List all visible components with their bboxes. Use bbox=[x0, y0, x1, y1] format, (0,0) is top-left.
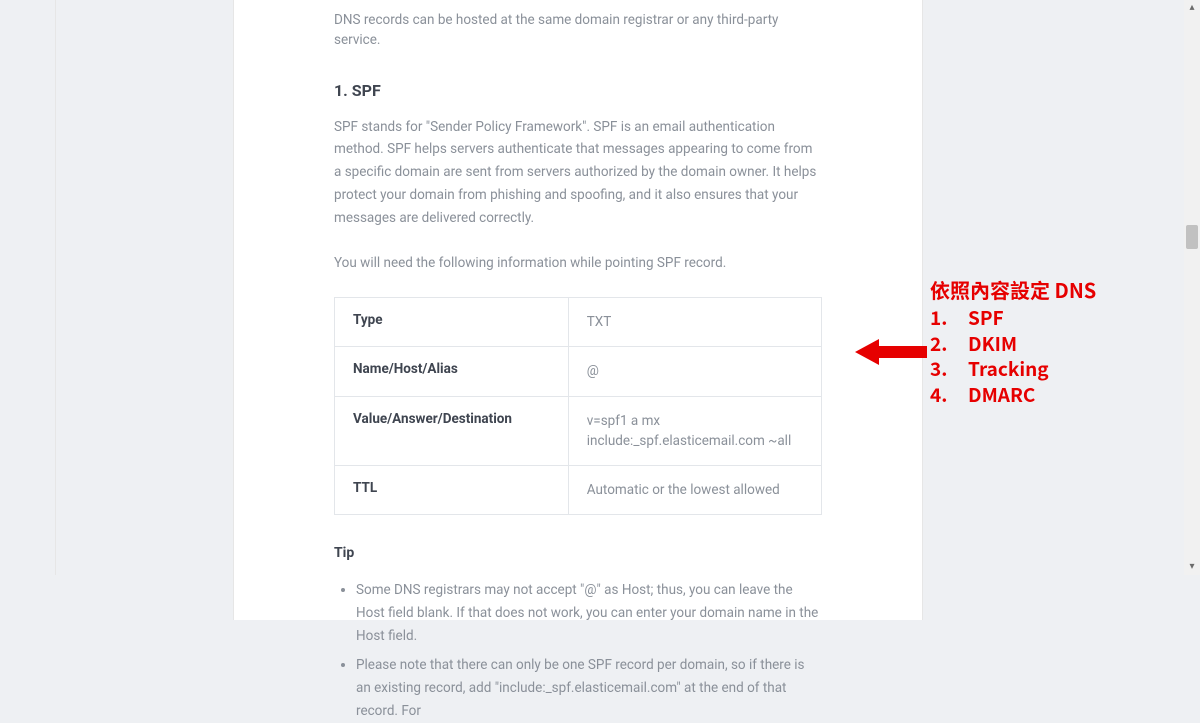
spf-lead-in: You will need the following information … bbox=[334, 252, 822, 275]
tip-list: Some DNS registrars may not accept "@" a… bbox=[334, 579, 822, 723]
cell-value: Automatic or the lowest allowed bbox=[568, 466, 821, 515]
list-item: Please note that there can only be one S… bbox=[356, 654, 822, 723]
cell-label: Name/Host/Alias bbox=[335, 347, 569, 396]
annotation: 依照內容設定 DNS 1. SPF 2. DKIM 3. Tracking 4. DMA… bbox=[930, 277, 1190, 408]
scroll-down-button[interactable]: ▾ bbox=[1184, 559, 1200, 575]
scroll-thumb[interactable] bbox=[1186, 225, 1198, 249]
annotation-text: SPF bbox=[968, 304, 1004, 331]
intro-text: DNS records can be hosted at the same do… bbox=[334, 10, 822, 51]
cell-value: @ bbox=[568, 347, 821, 396]
annotation-text: Tracking bbox=[968, 355, 1049, 382]
cell-label: Value/Answer/Destination bbox=[335, 396, 569, 466]
annotation-item: 4. DMARC bbox=[930, 382, 1190, 408]
cell-value: v=spf1 a mx include:_spf.elasticemail.co… bbox=[568, 396, 821, 466]
table-row: Type TXT bbox=[335, 298, 822, 347]
annotation-num: 4. bbox=[930, 382, 958, 408]
annotation-item: 3. Tracking bbox=[930, 356, 1190, 382]
cell-label: Type bbox=[335, 298, 569, 347]
table-row: TTL Automatic or the lowest allowed bbox=[335, 466, 822, 515]
cell-value: TXT bbox=[568, 298, 821, 347]
annotation-num: 3. bbox=[930, 356, 958, 382]
page: DNS records can be hosted at the same do… bbox=[0, 0, 1200, 575]
table-row: Name/Host/Alias @ bbox=[335, 347, 822, 396]
document-paper: DNS records can be hosted at the same do… bbox=[233, 0, 923, 620]
left-gutter bbox=[0, 0, 56, 575]
annotation-num: 2. bbox=[930, 331, 958, 357]
annotation-text: DKIM bbox=[968, 330, 1017, 357]
content: DNS records can be hosted at the same do… bbox=[234, 10, 922, 723]
arrow-icon bbox=[855, 337, 927, 367]
annotation-item: 2. DKIM bbox=[930, 331, 1190, 357]
annotation-text: DMARC bbox=[968, 381, 1035, 408]
cell-label: TTL bbox=[335, 466, 569, 515]
tip-heading: Tip bbox=[334, 545, 822, 561]
vertical-scrollbar[interactable]: ▴ ▾ bbox=[1184, 0, 1200, 575]
annotation-num: 1. bbox=[930, 305, 958, 331]
scroll-up-button[interactable]: ▴ bbox=[1184, 0, 1200, 16]
section-heading-spf: 1. SPF bbox=[334, 81, 822, 100]
annotation-list: 1. SPF 2. DKIM 3. Tracking 4. DMARC bbox=[930, 305, 1190, 408]
spf-description: SPF stands for "Sender Policy Framework"… bbox=[334, 116, 822, 231]
list-item: Some DNS registrars may not accept "@" a… bbox=[356, 579, 822, 648]
dns-table: Type TXT Name/Host/Alias @ Value/Answer/… bbox=[334, 297, 822, 515]
annotation-item: 1. SPF bbox=[930, 305, 1190, 331]
table-row: Value/Answer/Destination v=spf1 a mx inc… bbox=[335, 396, 822, 466]
annotation-title: 依照內容設定 DNS bbox=[930, 277, 1190, 303]
